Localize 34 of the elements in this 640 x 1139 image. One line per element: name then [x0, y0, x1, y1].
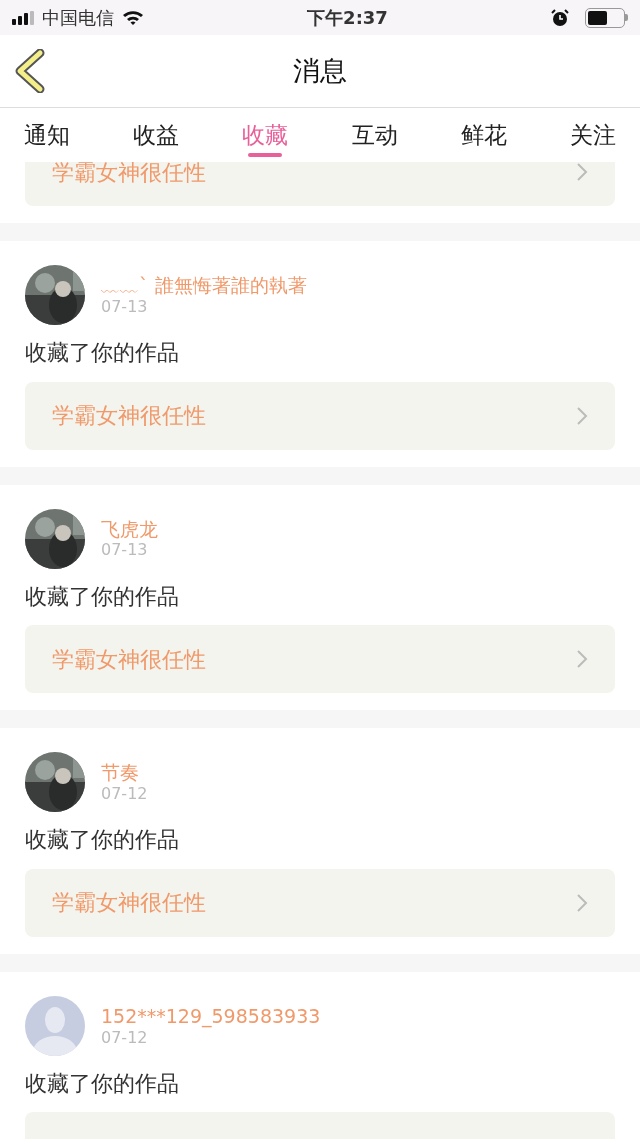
tab[interactable]: 关注: [569, 109, 616, 161]
page-title: 消息: [293, 53, 347, 88]
user-name[interactable]: 飞虎龙: [101, 517, 158, 541]
work-link[interactable]: 学霸女神很任性: [25, 868, 615, 937]
tab[interactable]: 鲜花: [460, 109, 507, 161]
message-text: 收藏了你的作品: [25, 826, 180, 855]
tab[interactable]: 互动: [351, 109, 398, 161]
chevron-right-icon: [576, 892, 588, 913]
work-link[interactable]: 学霸女神很任性: [25, 162, 615, 206]
message-date: 07-13: [101, 296, 149, 316]
work-link[interactable]: 学霸女神很任性: [25, 625, 615, 694]
message-date: 07-12: [101, 784, 148, 804]
chevron-right-icon: [576, 649, 588, 670]
chevron-right-icon: [576, 162, 588, 182]
back-icon[interactable]: [14, 49, 46, 93]
user-name[interactable]: 152***129_598583933: [101, 1004, 321, 1028]
signal-icon: [12, 10, 34, 25]
user-name[interactable]: 节奏: [101, 761, 148, 784]
message-text: 收藏了你的作品: [25, 1069, 180, 1098]
alarm-icon: [551, 8, 569, 27]
wifi-icon: [122, 9, 144, 26]
tab[interactable]: 收益: [133, 109, 180, 161]
message-date: 07-13: [101, 540, 149, 560]
battery-icon: [585, 7, 628, 28]
tab[interactable]: 通知: [24, 109, 70, 161]
user-name[interactable]: ﹏﹏ˋ 誰無悔著誰的執著: [101, 274, 307, 297]
carrier-name: 中国电信: [42, 6, 114, 30]
message-text: 收藏了你的作品: [25, 339, 180, 367]
tab[interactable]: 收藏: [242, 109, 289, 161]
chevron-right-icon: [576, 405, 588, 426]
message-text: 收藏了你的作品: [25, 582, 180, 611]
work-link[interactable]: 学霸女神很任性: [25, 381, 615, 450]
status-time: 下午2:37: [307, 6, 388, 30]
message-date: 07-12: [101, 1027, 148, 1047]
